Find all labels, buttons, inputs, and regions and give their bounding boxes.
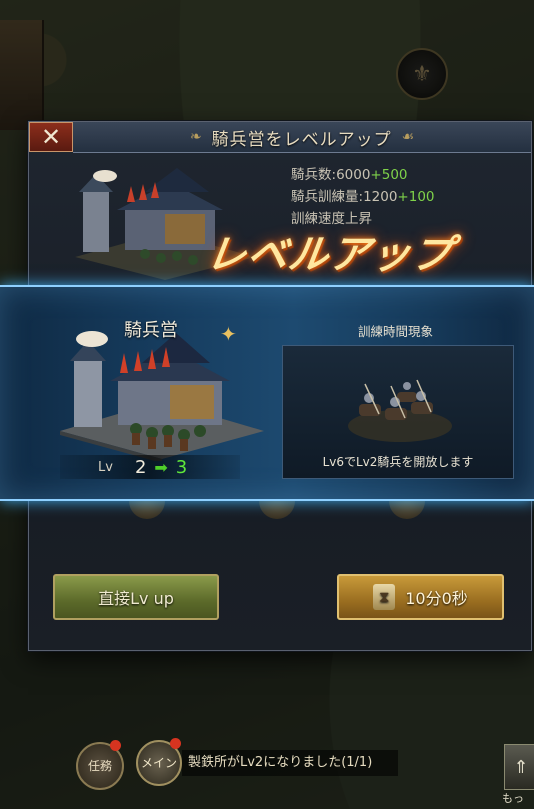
level-current: 2 <box>134 456 147 478</box>
more-button[interactable]: ⇑ <box>504 744 534 790</box>
arrow-up-icon: ⇑ <box>513 756 529 778</box>
reward-title: 訓練時間現象 <box>358 324 434 339</box>
main-notification-badge <box>170 738 181 749</box>
hourglass-icon: ⧗ <box>373 584 396 610</box>
stat-training-amount: 騎兵訓練量:1200+100 <box>291 189 435 205</box>
level-change: Lv 2 ➡ 3 <box>60 455 240 479</box>
dialog-title: 騎兵営をレベルアップ <box>211 129 392 150</box>
main-quest-label: メイン <box>140 755 177 770</box>
levelup-banner-text: レベルアップ <box>203 232 456 278</box>
building-name: 騎兵営 <box>124 320 178 341</box>
unlock-preview-box: Lv6でLv2騎兵を開放します <box>282 345 514 479</box>
timed-levelup-label: 10分0秒 <box>405 589 468 608</box>
header-ornament-left-icon: ❧ <box>189 129 202 145</box>
close-button[interactable]: ✕ <box>29 122 73 152</box>
stat-cavalry-count: 騎兵数:6000+500 <box>291 167 408 183</box>
level-label: Lv <box>98 459 113 475</box>
level-next: 3 <box>175 456 188 478</box>
task-label: 任務 <box>87 758 112 773</box>
instant-levelup-label: 直接Lv up <box>98 589 174 608</box>
quest-notice[interactable]: 製鉄所がLv2になりました(1/1) <box>182 750 398 776</box>
task-notification-badge <box>110 740 121 751</box>
timed-levelup-button[interactable]: ⧗ 10分0秒 <box>337 574 504 620</box>
more-label: もっ <box>502 792 524 805</box>
instant-levelup-button[interactable]: 直接Lv up <box>53 574 219 620</box>
svg-text:✦: ✦ <box>220 322 237 346</box>
header-ornament-right-icon: ☙ <box>401 129 415 145</box>
arrow-right-icon: ➡ <box>154 457 168 477</box>
upgrade-stats: 騎兵数:6000+500 騎兵訓練量:1200+100 訓練速度上昇 <box>291 164 435 230</box>
bottom-bar: 任務 メイン 製鉄所がLv2になりました(1/1) ⇑ もっ <box>0 738 534 809</box>
cavalry-unit-image <box>348 379 452 442</box>
unlock-caption: Lv6でLv2騎兵を開放します <box>322 455 474 469</box>
levelup-info-banner: ✦ 騎兵営 Lv 2 ➡ 3 訓練時間現象 Lv6でLv2騎兵を開放します <box>0 285 534 501</box>
close-icon: ✕ <box>40 123 62 151</box>
barracks-building-image: ✦ <box>60 322 264 461</box>
dialog-header: ❧ 騎兵営をレベルアップ ☙ <box>73 122 531 153</box>
